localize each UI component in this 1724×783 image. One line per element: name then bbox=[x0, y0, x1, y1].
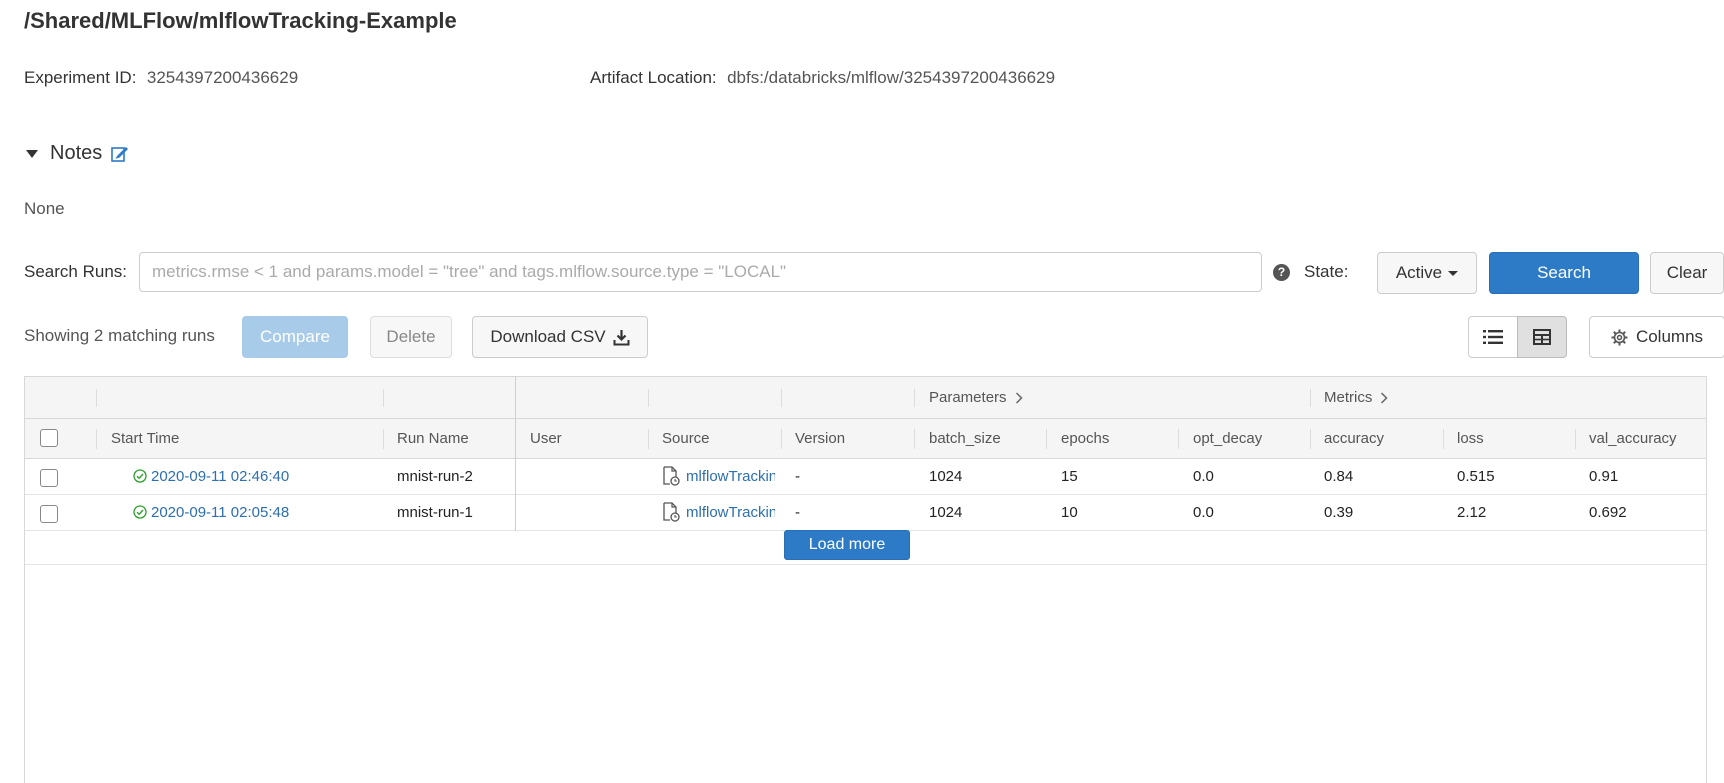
artifact-location-value: dbfs:/databricks/mlflow/3254397200436629 bbox=[727, 68, 1056, 87]
showing-count: Showing 2 matching runs bbox=[24, 326, 215, 345]
column-header-run-name[interactable]: Run Name bbox=[397, 430, 469, 447]
version-cell: - bbox=[795, 504, 800, 521]
row-checkbox[interactable] bbox=[40, 469, 58, 487]
experiment-id: Experiment ID: 3254397200436629 bbox=[24, 68, 298, 88]
source-cell: mlflowTracking bbox=[662, 466, 775, 486]
start-time-cell: 2020-09-11 02:46:40 bbox=[133, 468, 289, 485]
column-header-loss[interactable]: loss bbox=[1457, 430, 1484, 447]
state-value: Active bbox=[1395, 263, 1443, 282]
row-checkbox[interactable] bbox=[40, 505, 58, 523]
search-input[interactable] bbox=[139, 252, 1262, 292]
table-view-button[interactable] bbox=[1517, 316, 1567, 358]
page-title: /Shared/MLFlow/mlflowTracking-Example bbox=[24, 8, 457, 33]
run-name-cell: mnist-run-1 bbox=[397, 504, 473, 521]
gear-icon bbox=[1611, 329, 1628, 346]
column-header-epochs[interactable]: epochs bbox=[1061, 430, 1109, 447]
batch-size-cell: 1024 bbox=[929, 468, 963, 485]
compare-button[interactable]: Compare bbox=[242, 316, 348, 358]
source-link[interactable]: mlflowTracking bbox=[686, 504, 775, 521]
state-dropdown[interactable]: Active bbox=[1377, 252, 1477, 294]
chevron-right-icon bbox=[1015, 391, 1023, 404]
metrics-group-header[interactable]: Metrics bbox=[1324, 389, 1388, 406]
chevron-down-icon bbox=[1448, 270, 1459, 276]
epochs-cell: 15 bbox=[1061, 468, 1078, 485]
notes-toggle[interactable]: Notes bbox=[24, 142, 129, 165]
column-header-user[interactable]: User bbox=[530, 430, 562, 447]
start-time-cell: 2020-09-11 02:05:48 bbox=[133, 504, 289, 521]
list-view-icon bbox=[1483, 329, 1503, 345]
artifact-location: Artifact Location: dbfs:/databricks/mlfl… bbox=[590, 68, 1055, 88]
accuracy-cell: 0.39 bbox=[1324, 504, 1354, 521]
source-cell: mlflowTracking bbox=[662, 502, 775, 522]
column-header-accuracy[interactable]: accuracy bbox=[1324, 430, 1384, 447]
chevron-right-icon bbox=[1380, 391, 1388, 404]
experiment-id-label: Experiment ID: bbox=[24, 68, 137, 87]
opt-decay-cell: 0.0 bbox=[1193, 468, 1214, 485]
val-accuracy-cell: 0.692 bbox=[1589, 504, 1627, 521]
check-circle-icon bbox=[133, 505, 147, 519]
column-header-version[interactable]: Version bbox=[795, 430, 845, 447]
table-row: 2020-09-11 02:46:40 mnist-run-2 mlflowTr… bbox=[25, 459, 1706, 495]
columns-label: Columns bbox=[1635, 327, 1704, 346]
val-accuracy-cell: 0.91 bbox=[1589, 468, 1619, 485]
search-runs-label: Search Runs: bbox=[24, 262, 127, 281]
accuracy-cell: 0.84 bbox=[1324, 468, 1354, 485]
loss-cell: 0.515 bbox=[1457, 468, 1495, 485]
select-all-checkbox[interactable] bbox=[40, 429, 58, 447]
notebook-icon bbox=[662, 466, 680, 486]
artifact-location-label: Artifact Location: bbox=[590, 68, 717, 87]
notes-content: None bbox=[24, 199, 65, 218]
column-group-header: Parameters Metrics bbox=[25, 377, 1706, 419]
table-view-icon bbox=[1533, 329, 1551, 345]
metrics-group-label: Metrics bbox=[1324, 389, 1373, 406]
source-link[interactable]: mlflowTracking bbox=[686, 468, 775, 485]
column-header-opt-decay[interactable]: opt_decay bbox=[1193, 430, 1262, 447]
opt-decay-cell: 0.0 bbox=[1193, 504, 1214, 521]
epochs-cell: 10 bbox=[1061, 504, 1078, 521]
search-button[interactable]: Search bbox=[1489, 252, 1639, 294]
column-header-val-accuracy[interactable]: val_accuracy bbox=[1589, 430, 1677, 447]
start-time-link[interactable]: 2020-09-11 02:05:48 bbox=[151, 504, 289, 521]
notebook-icon bbox=[662, 502, 680, 522]
parameters-group-label: Parameters bbox=[929, 389, 1007, 406]
loss-cell: 2.12 bbox=[1457, 504, 1487, 521]
start-time-link[interactable]: 2020-09-11 02:46:40 bbox=[151, 468, 289, 485]
column-header-batch-size[interactable]: batch_size bbox=[929, 430, 1001, 447]
notes-label: Notes bbox=[50, 142, 103, 164]
runs-table: Parameters Metrics Start Time Run Name U… bbox=[24, 376, 1707, 783]
state-label: State: bbox=[1304, 262, 1349, 281]
download-icon bbox=[613, 329, 630, 346]
column-header-source[interactable]: Source bbox=[662, 430, 710, 447]
help-icon[interactable]: ? bbox=[1273, 264, 1290, 281]
batch-size-cell: 1024 bbox=[929, 504, 963, 521]
load-more-button[interactable]: Load more bbox=[784, 530, 910, 560]
clear-button[interactable]: Clear bbox=[1650, 252, 1724, 294]
version-cell: - bbox=[795, 468, 800, 485]
columns-button[interactable]: Columns bbox=[1589, 316, 1724, 358]
delete-button[interactable]: Delete bbox=[370, 316, 452, 358]
caret-down-icon[interactable] bbox=[26, 149, 38, 158]
list-view-button[interactable] bbox=[1468, 316, 1518, 358]
download-csv-label: Download CSV bbox=[490, 327, 606, 346]
table-row: 2020-09-11 02:05:48 mnist-run-1 mlflowTr… bbox=[25, 495, 1706, 531]
download-csv-button[interactable]: Download CSV bbox=[472, 316, 648, 358]
column-header-start-time[interactable]: Start Time bbox=[111, 430, 179, 447]
parameters-group-header[interactable]: Parameters bbox=[929, 389, 1023, 406]
check-circle-icon bbox=[133, 469, 147, 483]
divider bbox=[25, 564, 1706, 565]
edit-icon[interactable] bbox=[110, 145, 129, 163]
column-header-row: Start Time Run Name User Source Version … bbox=[25, 419, 1706, 459]
run-name-cell: mnist-run-2 bbox=[397, 468, 473, 485]
experiment-id-value: 3254397200436629 bbox=[146, 68, 299, 87]
